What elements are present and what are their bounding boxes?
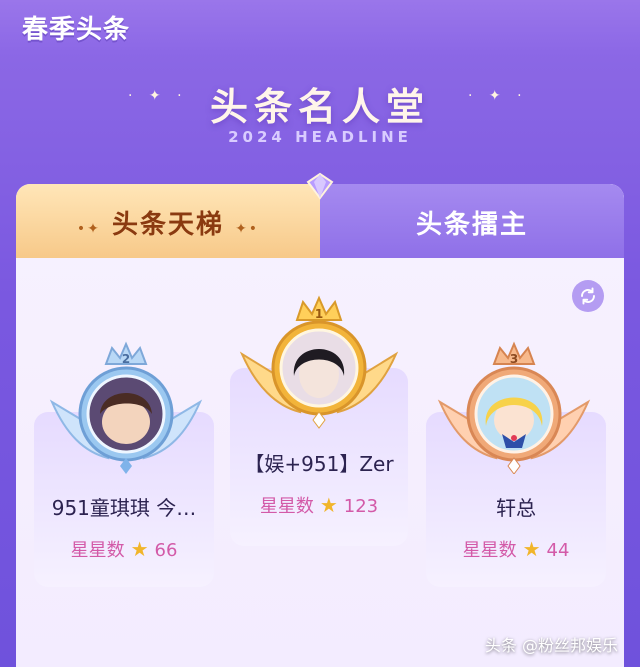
rank-3-stars: 星星数 ★ 44 [426,536,606,562]
rank-2-stars-label: 星星数 [70,540,125,561]
rank-1-name: 【娱+951】Zer [244,452,394,476]
ranking-card: •✦ 头条天梯 ✦• 头条擂主 2 951童琪琪 今… 星星数 ★ 66 1 【… [16,184,624,667]
tab-champion-label: 头条擂主 [415,210,528,240]
rank-3-name: 轩总 [496,496,536,520]
rank-2-name: 951童琪琪 今… [51,496,197,520]
rank-3-stars-label: 星星数 [462,540,517,561]
rank-1-stars-label: 星星数 [259,496,314,517]
rank-3-stars-value: 44 [546,540,570,561]
sparkle-right-decoration: · ✦ · [468,88,528,104]
refresh-button[interactable] [572,280,604,312]
hero-subtitle: 2024 HEADLINE [228,128,412,146]
tab-champion[interactable]: 头条擂主 [320,184,624,258]
svg-text:2: 2 [122,352,130,366]
top-bar: 春季头条 [0,0,640,56]
tab-deco-right: ✦• [235,221,260,237]
watermark-text: 头条 @粉丝邦娱乐 [484,636,618,655]
hero-title: 头条名人堂 [209,85,430,129]
tab-ladder[interactable]: •✦ 头条天梯 ✦• [16,184,320,258]
rank-2-stars: 星星数 ★ 66 [34,536,214,562]
diamond-gem-icon [306,172,334,200]
svg-text:3: 3 [510,352,518,366]
rank-1-stars: 星星数 ★ 123 [230,492,408,518]
tab-ladder-label: 头条天梯 [111,210,224,240]
star-icon: ★ [130,537,149,561]
refresh-icon [581,287,595,305]
rank-1-stars-value: 123 [343,496,379,517]
svg-text:1: 1 [315,307,323,321]
silver-medal-badge: 2 [49,341,203,474]
tab-deco-left: •✦ [76,221,101,237]
star-icon: ★ [522,537,541,561]
rank-2-stars-value: 66 [154,540,178,561]
bronze-medal-badge: 3 [437,341,591,474]
gold-medal-badge: 1 [239,295,399,429]
app-title: 春季头条 [22,15,131,45]
star-icon: ★ [319,493,338,517]
